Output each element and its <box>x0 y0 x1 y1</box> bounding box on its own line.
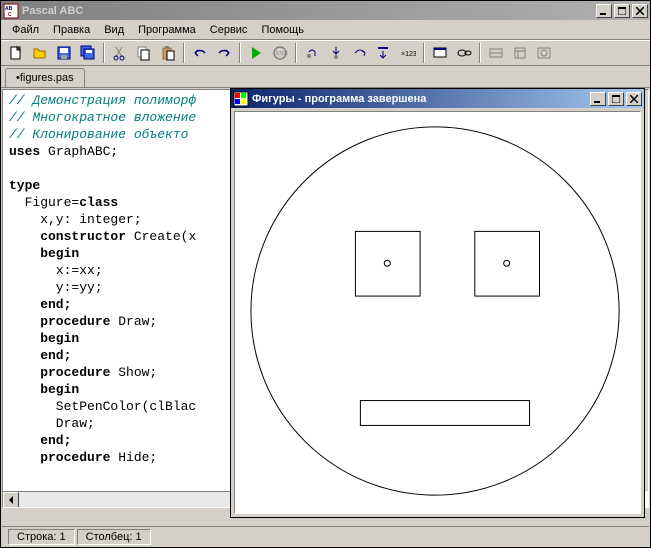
output-minimize-button[interactable] <box>590 92 606 106</box>
step-out-icon[interactable] <box>349 42 371 64</box>
copy-icon[interactable] <box>133 42 155 64</box>
output-titlebar: Фигуры - программа завершена <box>231 89 644 108</box>
app-icon: ABC <box>3 3 19 19</box>
menu-help[interactable]: Помощь <box>254 22 311 38</box>
tab-figures[interactable]: •figures.pas <box>5 68 85 87</box>
separator <box>423 43 425 63</box>
run-icon[interactable] <box>245 42 267 64</box>
open-file-icon[interactable] <box>29 42 51 64</box>
menu-view[interactable]: Вид <box>97 22 131 38</box>
menu-file[interactable]: Файл <box>5 22 46 38</box>
view-watch-icon[interactable] <box>453 42 475 64</box>
svg-text:STOP: STOP <box>276 51 289 57</box>
paste-icon[interactable] <box>157 42 179 64</box>
menu-service[interactable]: Сервис <box>203 22 255 38</box>
svg-text:×123: ×123 <box>401 51 416 58</box>
output-app-icon <box>233 91 249 107</box>
separator <box>239 43 241 63</box>
step-into-icon[interactable] <box>325 42 347 64</box>
status-column: Столбец: 1 <box>77 529 151 545</box>
menu-edit[interactable]: Правка <box>46 22 97 38</box>
output-window: Фигуры - программа завершена <box>230 88 645 518</box>
run-to-cursor-icon[interactable] <box>373 42 395 64</box>
face-drawing <box>235 112 640 513</box>
main-title: Pascal ABC <box>22 5 596 17</box>
output-canvas <box>234 111 641 514</box>
output-window-controls <box>590 92 642 106</box>
menubar: Файл Правка Вид Программа Сервис Помощь <box>1 20 650 40</box>
main-titlebar: ABC Pascal ABC <box>1 1 650 20</box>
scroll-left-icon[interactable] <box>3 492 19 508</box>
tool-icon-1[interactable] <box>485 42 507 64</box>
cut-icon[interactable] <box>109 42 131 64</box>
separator <box>479 43 481 63</box>
tool-icon-3[interactable] <box>533 42 555 64</box>
new-file-icon[interactable] <box>5 42 27 64</box>
save-all-icon[interactable] <box>77 42 99 64</box>
output-close-button[interactable] <box>626 92 642 106</box>
statusbar: Строка: 1 Столбец: 1 <box>2 526 649 546</box>
separator <box>183 43 185 63</box>
undo-icon[interactable] <box>189 42 211 64</box>
tool-icon-2[interactable] <box>509 42 531 64</box>
close-button[interactable] <box>632 4 648 18</box>
svg-text:C: C <box>8 12 12 18</box>
watch-icon[interactable]: ×123 <box>397 42 419 64</box>
main-window-controls <box>596 4 648 18</box>
separator <box>103 43 105 63</box>
toolbar: STOP ×123 <box>1 40 650 66</box>
separator <box>295 43 297 63</box>
status-line: Строка: 1 <box>8 529 75 545</box>
minimize-button[interactable] <box>596 4 612 18</box>
output-maximize-button[interactable] <box>608 92 624 106</box>
tab-bar: •figures.pas <box>1 66 650 88</box>
view-output-icon[interactable] <box>429 42 451 64</box>
output-title: Фигуры - программа завершена <box>252 93 590 105</box>
save-icon[interactable] <box>53 42 75 64</box>
menu-program[interactable]: Программа <box>131 22 203 38</box>
stop-icon[interactable]: STOP <box>269 42 291 64</box>
maximize-button[interactable] <box>614 4 630 18</box>
step-over-icon[interactable] <box>301 42 323 64</box>
redo-icon[interactable] <box>213 42 235 64</box>
